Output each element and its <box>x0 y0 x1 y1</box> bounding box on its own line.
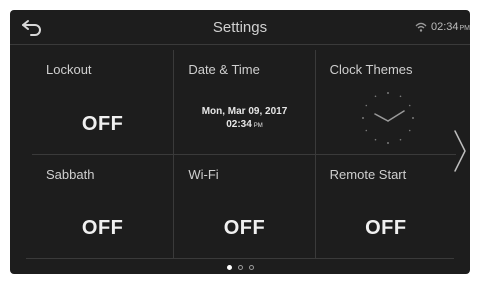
tile-lockout[interactable]: Lockout OFF <box>32 50 173 154</box>
tile-value: OFF <box>81 113 124 135</box>
time-line-row: 02:34 PM <box>174 118 314 133</box>
tile-sabbath[interactable]: Sabbath OFF <box>32 154 174 258</box>
tile-remote-start[interactable]: Remote Start OFF <box>314 154 456 258</box>
tile-wifi[interactable]: Wi-Fi OFF <box>173 154 315 258</box>
date-time-display: Mon, Mar 09, 2017 02:34 PM <box>174 105 314 133</box>
tile-label: Wi-Fi <box>188 167 219 182</box>
tile-label: Date & Time <box>188 62 260 77</box>
tile-label: Clock Themes <box>329 62 413 77</box>
tile-label: Lockout <box>46 62 92 77</box>
divider <box>26 258 454 259</box>
tile-value: OFF <box>365 217 407 239</box>
tile-date-time[interactable]: Date & Time Mon, Mar 09, 2017 02:34 PM <box>173 50 314 154</box>
status-bar: Settings 02:34PM <box>10 10 470 45</box>
settings-screen: Settings 02:34PM Lockout OFF Date & Time… <box>10 10 470 274</box>
settings-grid: Lockout OFF Date & Time Mon, Mar 09, 201… <box>32 50 456 258</box>
status-indicators: 02:34PM <box>415 21 470 33</box>
time-line: 02:34 <box>226 119 252 130</box>
date-line: Mon, Mar 09, 2017 <box>201 106 288 117</box>
tile-label: Sabbath <box>46 167 95 182</box>
analog-clock-icon <box>361 92 414 144</box>
chevron-right-icon[interactable] <box>452 128 468 174</box>
page-dot-1[interactable] <box>226 265 232 270</box>
page-dot-2[interactable] <box>237 265 243 270</box>
time-ampm: PM <box>253 123 263 129</box>
tile-value: OFF <box>81 217 124 239</box>
tile-label: Remote Start <box>329 167 407 182</box>
page-dot-3[interactable] <box>248 265 254 270</box>
status-time: 02:34PM <box>430 21 471 33</box>
page-title: Settings <box>212 19 268 36</box>
tile-clock-themes[interactable]: Clock Themes <box>314 50 456 154</box>
page-indicator <box>10 265 470 270</box>
wifi-icon <box>415 22 427 32</box>
tile-value: OFF <box>223 217 266 239</box>
status-ampm: PM <box>459 25 471 32</box>
